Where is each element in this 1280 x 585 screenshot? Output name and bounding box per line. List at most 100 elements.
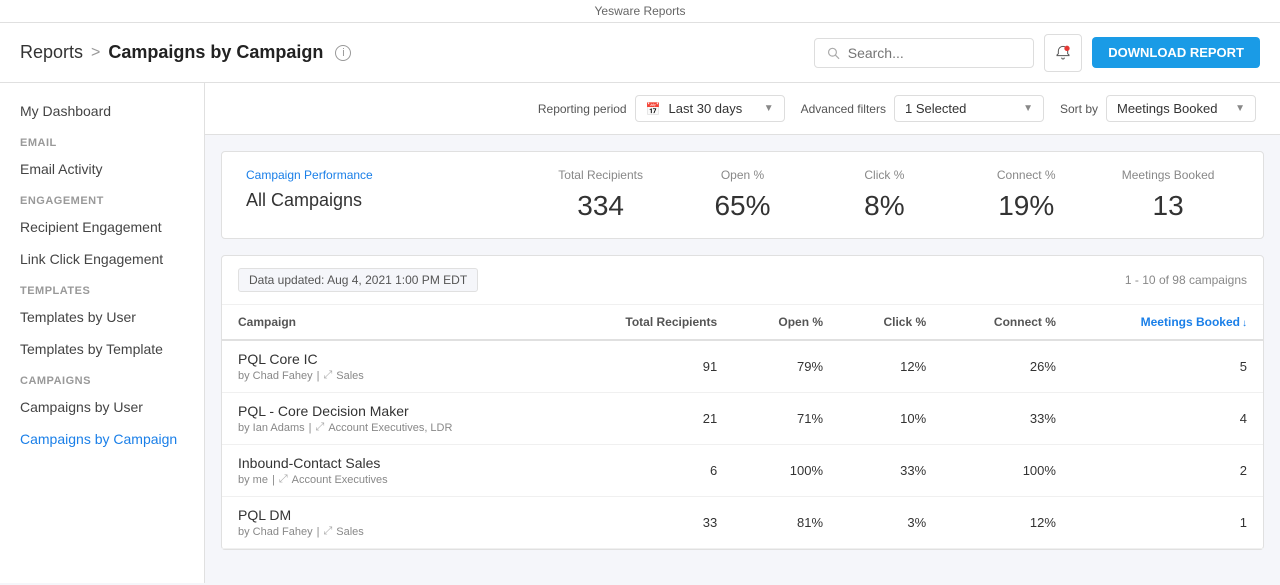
campaign-meta: by me | ⤢ Account Executives bbox=[238, 473, 546, 486]
open-pct-cell: 81% bbox=[733, 497, 839, 549]
sort-by-chevron-icon: ▼ bbox=[1235, 103, 1245, 114]
filters-bar: Reporting period 📅 Last 30 days ▼ Advanc… bbox=[205, 83, 1280, 135]
campaign-team: Account Executives bbox=[292, 474, 388, 486]
open-pct-value: 65% bbox=[672, 190, 814, 222]
connect-pct-cell: 100% bbox=[942, 445, 1072, 497]
campaign-author: by Ian Adams bbox=[238, 422, 305, 434]
meetings-booked-cell: 4 bbox=[1072, 393, 1263, 445]
header: Reports > Campaigns by Campaign i DOWNLO… bbox=[0, 23, 1280, 83]
advanced-filters-value: 1 Selected bbox=[905, 101, 966, 116]
info-icon[interactable]: i bbox=[335, 45, 351, 61]
share-icon: ⤢ bbox=[316, 421, 325, 434]
click-pct-value: 8% bbox=[813, 190, 955, 222]
click-pct-cell: 33% bbox=[839, 445, 942, 497]
total-recipients-cell: 6 bbox=[562, 445, 733, 497]
total-recipients-label: Total Recipients bbox=[530, 168, 672, 182]
reporting-period-value: Last 30 days bbox=[669, 101, 743, 116]
open-pct-cell: 100% bbox=[733, 445, 839, 497]
open-pct-cell: 79% bbox=[733, 340, 839, 393]
breadcrumb-parent[interactable]: Reports bbox=[20, 42, 83, 63]
col-header-click-pct[interactable]: Click % bbox=[839, 305, 942, 340]
sort-by-value: Meetings Booked bbox=[1117, 101, 1217, 116]
sidebar-item-templates-by-user[interactable]: Templates by User bbox=[0, 301, 204, 333]
col-header-campaign[interactable]: Campaign bbox=[222, 305, 562, 340]
sidebar-item-link-click-engagement[interactable]: Link Click Engagement bbox=[0, 243, 204, 275]
breadcrumb-separator: > bbox=[91, 44, 100, 62]
data-header: Data updated: Aug 4, 2021 1:00 PM EDT 1 … bbox=[222, 256, 1263, 305]
table-row[interactable]: PQL Core IC by Chad Fahey | ⤢ Sales 91 7… bbox=[222, 340, 1263, 393]
campaign-team: Account Executives, LDR bbox=[328, 422, 452, 434]
summary-open-col: Open % 65% bbox=[672, 168, 814, 222]
col-header-open-pct[interactable]: Open % bbox=[733, 305, 839, 340]
connect-pct-cell: 33% bbox=[942, 393, 1072, 445]
col-header-total-recipients[interactable]: Total Recipients bbox=[562, 305, 733, 340]
campaign-meta: by Chad Fahey | ⤢ Sales bbox=[238, 525, 546, 538]
sidebar-section-templates: TEMPLATES bbox=[0, 275, 204, 301]
sidebar-item-email-activity[interactable]: Email Activity bbox=[0, 153, 204, 185]
search-box[interactable] bbox=[814, 38, 1034, 68]
bell-button[interactable] bbox=[1044, 34, 1082, 72]
sidebar-section-email: EMAIL bbox=[0, 127, 204, 153]
sidebar-item-campaigns-by-campaign[interactable]: Campaigns by Campaign bbox=[0, 423, 204, 455]
breadcrumb: Reports > Campaigns by Campaign i bbox=[20, 42, 351, 63]
connect-pct-label: Connect % bbox=[955, 168, 1097, 182]
sort-by-label: Sort by bbox=[1060, 102, 1098, 116]
sidebar-item-recipient-engagement[interactable]: Recipient Engagement bbox=[0, 211, 204, 243]
table-row[interactable]: Inbound-Contact Sales by me | ⤢ Account … bbox=[222, 445, 1263, 497]
advanced-filters-group: Advanced filters 1 Selected ▼ bbox=[801, 95, 1044, 122]
campaign-author: by Chad Fahey bbox=[238, 526, 313, 538]
summary-connect-col: Connect % 19% bbox=[955, 168, 1097, 222]
sort-arrow-icon: ↓ bbox=[1242, 318, 1247, 329]
campaign-cell: PQL DM by Chad Fahey | ⤢ Sales bbox=[222, 497, 562, 549]
advanced-filters-select[interactable]: 1 Selected ▼ bbox=[894, 95, 1044, 122]
reporting-period-label: Reporting period bbox=[538, 102, 627, 116]
campaign-name: PQL - Core Decision Maker bbox=[238, 403, 546, 419]
connect-pct-value: 19% bbox=[955, 190, 1097, 222]
sidebar-item-campaigns-by-user[interactable]: Campaigns by User bbox=[0, 391, 204, 423]
click-pct-label: Click % bbox=[813, 168, 955, 182]
top-bar-title: Yesware Reports bbox=[595, 4, 686, 18]
click-pct-cell: 12% bbox=[839, 340, 942, 393]
reporting-period-select[interactable]: 📅 Last 30 days ▼ bbox=[635, 95, 785, 122]
open-pct-label: Open % bbox=[672, 168, 814, 182]
download-report-button[interactable]: DOWNLOAD REPORT bbox=[1092, 37, 1260, 68]
reporting-period-filter: Reporting period 📅 Last 30 days ▼ bbox=[538, 95, 785, 122]
sidebar-item-templates-by-template[interactable]: Templates by Template bbox=[0, 333, 204, 365]
meetings-booked-value: 13 bbox=[1097, 190, 1239, 222]
chevron-down-icon: ▼ bbox=[764, 103, 774, 114]
sort-by-group: Sort by Meetings Booked ▼ bbox=[1060, 95, 1256, 122]
col-header-connect-pct[interactable]: Connect % bbox=[942, 305, 1072, 340]
data-section: Data updated: Aug 4, 2021 1:00 PM EDT 1 … bbox=[221, 255, 1264, 550]
connect-pct-cell: 26% bbox=[942, 340, 1072, 393]
sort-by-select[interactable]: Meetings Booked ▼ bbox=[1106, 95, 1256, 122]
campaign-name: PQL Core IC bbox=[238, 351, 546, 367]
table-row[interactable]: PQL DM by Chad Fahey | ⤢ Sales 33 81% 3%… bbox=[222, 497, 1263, 549]
calendar-icon: 📅 bbox=[646, 102, 661, 116]
campaign-team: Sales bbox=[336, 370, 364, 382]
campaign-cell: PQL - Core Decision Maker by Ian Adams |… bbox=[222, 393, 562, 445]
total-recipients-cell: 21 bbox=[562, 393, 733, 445]
bell-icon bbox=[1055, 45, 1071, 61]
table-row[interactable]: PQL - Core Decision Maker by Ian Adams |… bbox=[222, 393, 1263, 445]
summary-click-col: Click % 8% bbox=[813, 168, 955, 222]
campaign-meta: by Ian Adams | ⤢ Account Executives, LDR bbox=[238, 421, 546, 434]
campaign-name: PQL DM bbox=[238, 507, 546, 523]
advanced-filters-chevron-icon: ▼ bbox=[1023, 103, 1033, 114]
search-input[interactable] bbox=[848, 45, 1021, 61]
click-pct-cell: 3% bbox=[839, 497, 942, 549]
total-recipients-cell: 33 bbox=[562, 497, 733, 549]
campaign-performance-label: Campaign Performance bbox=[246, 168, 530, 182]
campaign-meta: by Chad Fahey | ⤢ Sales bbox=[238, 369, 546, 382]
sidebar-section-campaigns: CAMPAIGNS bbox=[0, 365, 204, 391]
search-icon bbox=[827, 46, 840, 60]
breadcrumb-current: Campaigns by Campaign bbox=[108, 42, 323, 63]
pagination-info: 1 - 10 of 98 campaigns bbox=[1125, 273, 1247, 287]
all-campaigns-value: All Campaigns bbox=[246, 190, 530, 211]
open-pct-cell: 71% bbox=[733, 393, 839, 445]
col-header-meetings-booked[interactable]: Meetings Booked↓ bbox=[1072, 305, 1263, 340]
sidebar: My Dashboard EMAIL Email Activity ENGAGE… bbox=[0, 83, 205, 583]
summary-total-recipients-col: Total Recipients 334 bbox=[530, 168, 672, 222]
total-recipients-cell: 91 bbox=[562, 340, 733, 393]
sidebar-item-my-dashboard[interactable]: My Dashboard bbox=[0, 95, 204, 127]
click-pct-cell: 10% bbox=[839, 393, 942, 445]
